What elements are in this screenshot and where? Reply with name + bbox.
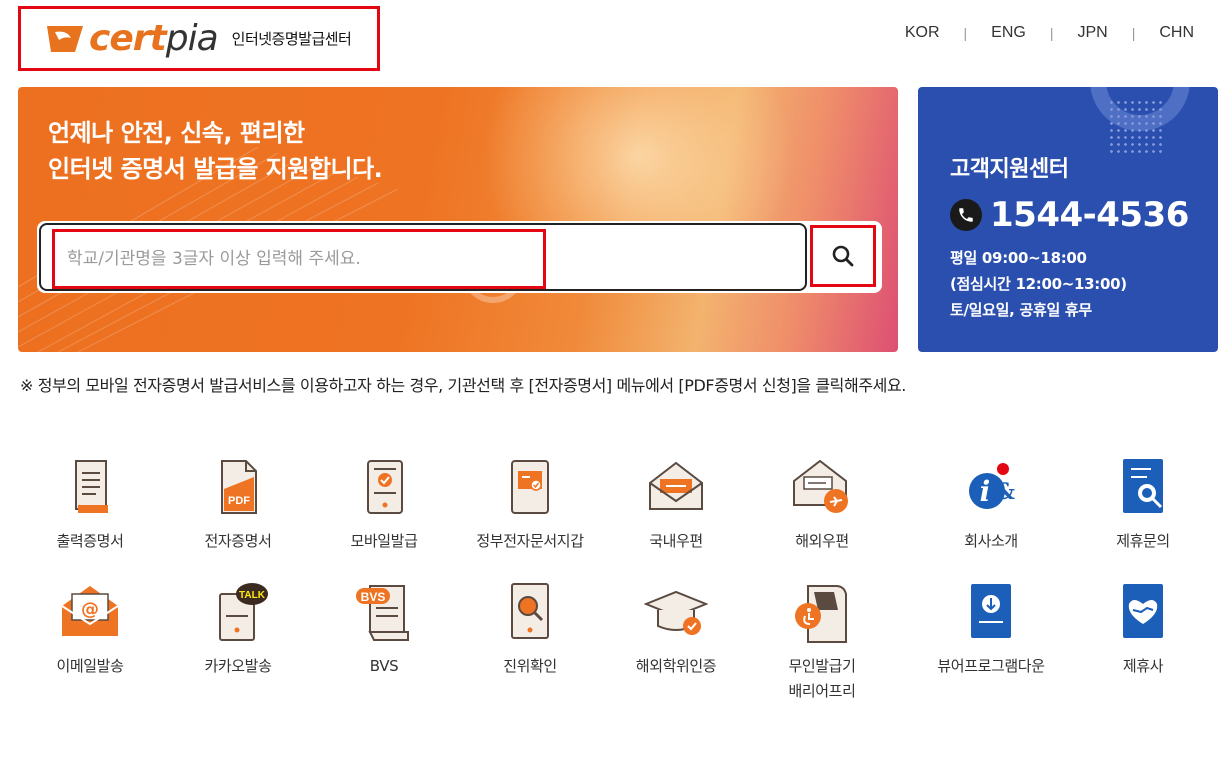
- svg-text:PDF: PDF: [228, 495, 250, 507]
- menu-kakao[interactable]: TALK 카카오발송: [163, 580, 313, 679]
- customer-support-box: 고객지원센터 1544-4536 평일 09:00~18:00 (점심시간 12…: [918, 87, 1218, 352]
- lang-chn[interactable]: CHN: [1159, 24, 1194, 42]
- menu-authenticity-check[interactable]: 진위확인: [455, 580, 605, 679]
- bvs-icon: BVS: [356, 585, 409, 641]
- authenticity-check-icon: [511, 583, 549, 639]
- printed-certificate-icon: [75, 460, 108, 513]
- language-nav: KOR | ENG | JPN | CHN: [905, 24, 1194, 42]
- logo-subtitle: 인터넷증명발급센터: [231, 30, 352, 48]
- partnership-inquiry-icon: [1123, 459, 1163, 513]
- viewer-download-icon: [971, 584, 1011, 638]
- pdf-certificate-icon: PDF: [221, 460, 257, 514]
- menu-degree-certification[interactable]: 해외학위인증: [601, 580, 751, 679]
- menu-viewer-download[interactable]: 뷰어프로그램다운: [916, 580, 1066, 679]
- menu-label: 제휴사: [1122, 657, 1164, 675]
- menu-gov-wallet[interactable]: 정부전자문서지갑: [455, 455, 605, 554]
- phone-icon: [950, 199, 982, 231]
- menu-label: 뷰어프로그램다운: [937, 657, 1045, 675]
- support-phone[interactable]: 1544-4536: [950, 195, 1189, 235]
- menu-label: 출력증명서: [56, 532, 124, 550]
- gov-wallet-icon: [511, 460, 549, 514]
- search-field-frame: [39, 223, 807, 291]
- search-button[interactable]: [810, 225, 876, 287]
- phone-number: 1544-4536: [990, 195, 1189, 235]
- overseas-mail-icon: [793, 459, 848, 513]
- menu-row-1: 출력증명서 PDF 전자증명서 모바일발급 정부전자문서지갑 국내우편 해외우편…: [18, 455, 1218, 580]
- lang-jpn[interactable]: JPN: [1077, 24, 1107, 42]
- menu-label: 해외학위인증: [635, 657, 717, 675]
- hours-lunch: (점심시간 12:00~13:00): [950, 275, 1127, 293]
- menu-domestic-mail[interactable]: 국내우편: [601, 455, 751, 554]
- svg-text:&: &: [995, 479, 1015, 505]
- degree-certification-icon: [644, 590, 708, 635]
- menu-label: 진위확인: [503, 657, 557, 675]
- logo-wordmark: certpia: [89, 17, 219, 59]
- kiosk-barrier-free-icon: [795, 585, 847, 643]
- domestic-mail-icon: [649, 461, 703, 510]
- hours-holiday: 토/일요일, 공휴일 휴무: [950, 301, 1092, 319]
- service-menu: 출력증명서 PDF 전자증명서 모바일발급 정부전자문서지갑 국내우편 해외우편…: [18, 455, 1218, 705]
- lang-divider: |: [963, 25, 968, 41]
- search-bar: [37, 221, 882, 293]
- menu-kiosk-barrier-free[interactable]: 무인발급기 배리어프리: [747, 580, 897, 704]
- menu-label: 회사소개: [964, 532, 1018, 550]
- kakao-talk-icon: TALK: [219, 583, 268, 641]
- hero-title-line1: 언제나 안전, 신속, 편리한: [48, 119, 305, 147]
- menu-label: 전자증명서: [204, 532, 272, 550]
- hero-title-line2: 인터넷 증명서 발급을 지원합니다.: [48, 155, 383, 183]
- menu-bvs[interactable]: BVS BVS: [309, 580, 459, 679]
- menu-label: 모바일발급: [350, 532, 418, 550]
- lang-divider: |: [1131, 25, 1136, 41]
- svg-text:@: @: [81, 599, 99, 620]
- menu-label: 제휴문의: [1116, 532, 1170, 550]
- company-info-icon: i &: [969, 463, 1015, 509]
- search-icon: [832, 245, 854, 267]
- menu-label: 무인발급기 배리어프리: [747, 654, 897, 704]
- support-title: 고객지원센터: [950, 157, 1069, 182]
- lang-kor[interactable]: KOR: [905, 24, 940, 42]
- menu-printed-certificate[interactable]: 출력증명서: [15, 455, 165, 554]
- kiosk-label: 무인발급기 배리어프리: [788, 657, 856, 700]
- menu-label: 해외우편: [795, 532, 849, 550]
- decorative-dots: [1108, 99, 1164, 155]
- partners-icon: [1123, 584, 1163, 638]
- hero-title: 언제나 안전, 신속, 편리한 인터넷 증명서 발급을 지원합니다.: [48, 115, 383, 187]
- menu-company-info[interactable]: i & 회사소개: [916, 455, 1066, 554]
- svg-text:i: i: [980, 475, 991, 508]
- menu-label: 이메일발송: [56, 657, 124, 675]
- menu-label: 카카오발송: [204, 657, 272, 675]
- menu-overseas-mail[interactable]: 해외우편: [747, 455, 897, 554]
- menu-email[interactable]: @ 이메일발송: [15, 580, 165, 679]
- menu-row-2: @ 이메일발송 TALK 카카오발송 BVS BVS 진위확인 해외학위인증 무…: [18, 580, 1218, 705]
- menu-pdf-certificate[interactable]: PDF 전자증명서: [163, 455, 313, 554]
- menu-partnership-inquiry[interactable]: 제휴문의: [1068, 455, 1218, 554]
- logo-box[interactable]: certpia 인터넷증명발급센터: [18, 6, 380, 71]
- menu-label: 국내우편: [649, 532, 703, 550]
- menu-mobile-issue[interactable]: 모바일발급: [309, 455, 459, 554]
- lang-eng[interactable]: ENG: [991, 24, 1026, 42]
- certpia-logo-icon: [47, 25, 83, 52]
- menu-label: BVS: [369, 657, 399, 675]
- lang-divider: |: [1049, 25, 1054, 41]
- menu-partners[interactable]: 제휴사: [1068, 580, 1218, 679]
- notice-text: ※ 정부의 모바일 전자증명서 발급서비스를 이용하고자 하는 경우, 기관선택…: [20, 376, 906, 395]
- svg-text:TALK: TALK: [239, 590, 266, 601]
- hours-weekday: 평일 09:00~18:00: [950, 249, 1087, 267]
- mobile-issue-icon: [367, 460, 403, 514]
- menu-label: 정부전자문서지갑: [476, 532, 584, 550]
- support-hours: 평일 09:00~18:00 (점심시간 12:00~13:00) 토/일요일,…: [950, 245, 1127, 323]
- search-input[interactable]: [52, 229, 546, 289]
- email-icon: @: [61, 586, 119, 636]
- hero-banner: 언제나 안전, 신속, 편리한 인터넷 증명서 발급을 지원합니다.: [18, 87, 898, 352]
- svg-text:BVS: BVS: [361, 590, 386, 604]
